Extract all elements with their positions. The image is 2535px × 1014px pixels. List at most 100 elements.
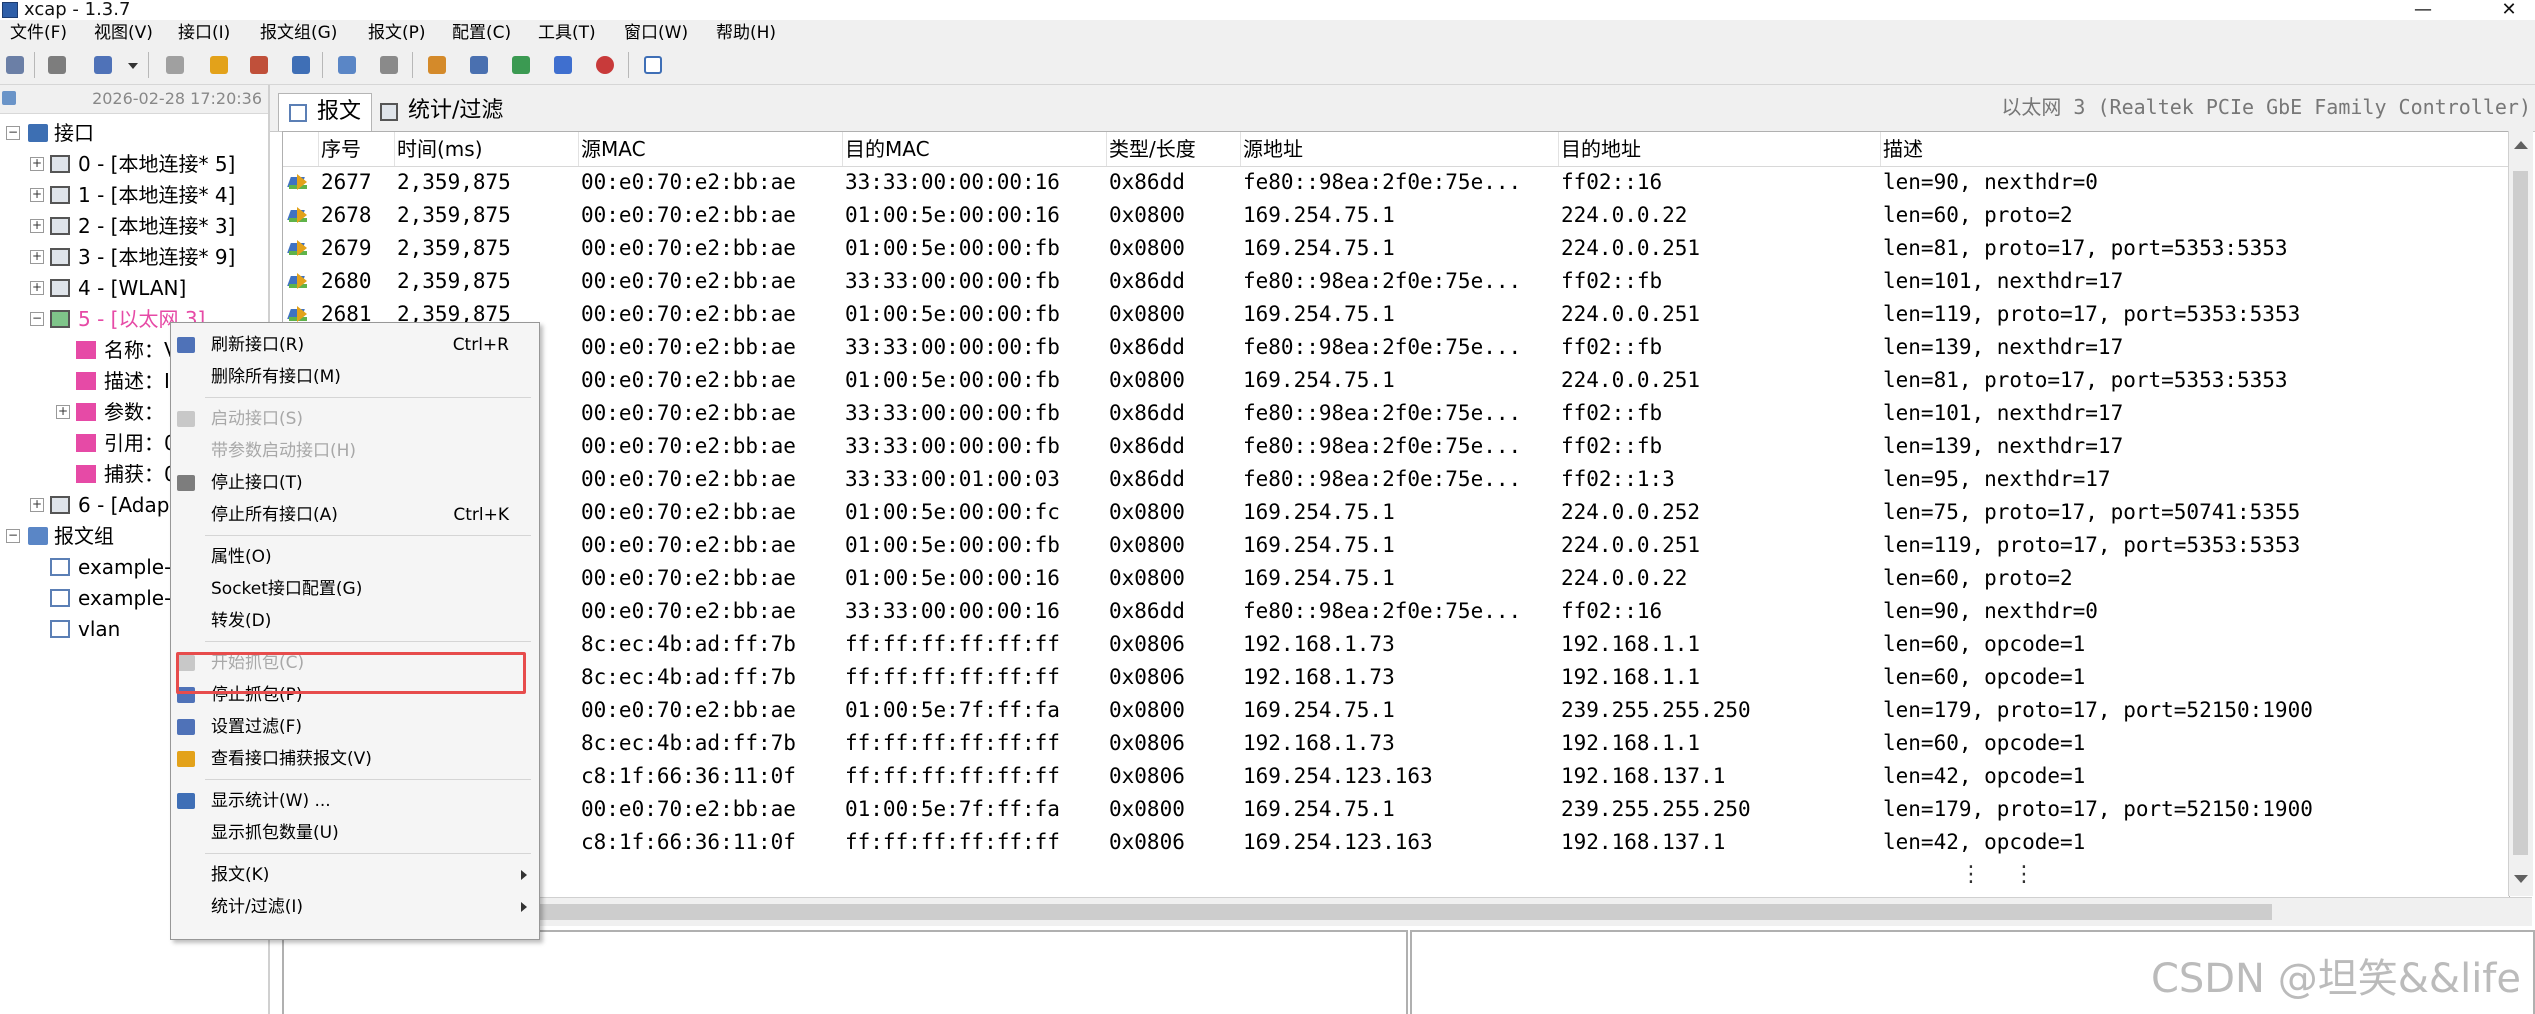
dropdown-icon[interactable] (124, 52, 140, 78)
expand-toggle[interactable]: + (30, 219, 44, 233)
table-row[interactable]: 2679 2,359,875 00:e0:70:e2:bb:ae 01:00:5e:0… (283, 232, 2509, 265)
menu-group[interactable]: 报文组(G) (254, 20, 343, 46)
expand-toggle[interactable]: + (30, 498, 44, 512)
context-menu-item[interactable]: Socket接口配置(G) (171, 573, 539, 605)
export-icon[interactable] (246, 52, 272, 78)
capture-options-icon[interactable] (90, 52, 116, 78)
scroll-down-icon[interactable] (2514, 875, 2528, 883)
context-menu-item[interactable]: 设置过滤(F) (171, 711, 539, 743)
table-row[interactable]: 8c:ec:4b:ad:ff:7b ff:ff:ff:ff:ff:ff 0x0806… (283, 661, 2509, 694)
column-header-icon[interactable] (283, 132, 319, 166)
timestamp: 2026-02-28 17:20:36 (92, 89, 262, 108)
column-header[interactable]: 时间(ms) (395, 132, 579, 166)
save-icon[interactable] (508, 52, 534, 78)
context-menu-item[interactable]: 属性(O) (171, 541, 539, 573)
expand-toggle[interactable]: + (30, 250, 44, 264)
scroll-thumb[interactable] (2513, 171, 2528, 855)
menu-item-icon (177, 793, 195, 809)
context-menu-item[interactable]: 显示抓包数量(U) (171, 817, 539, 849)
menu-interface[interactable]: 接口(I) (172, 20, 236, 46)
context-menu-item[interactable]: 停止接口(T) (171, 467, 539, 499)
pie-icon[interactable] (592, 52, 618, 78)
expand-toggle[interactable]: + (30, 281, 44, 295)
toolbar (0, 46, 2535, 85)
table-cell: 0x0800 (1109, 368, 1185, 392)
close-button[interactable]: ✕ (2486, 0, 2532, 20)
window-icon[interactable] (334, 52, 360, 78)
stats-icon[interactable] (424, 52, 450, 78)
menu-view[interactable]: 视图(V) (88, 20, 159, 46)
table-row[interactable]: 00:e0:70:e2:bb:ae 01:00:5e:7f:ff:fa 0x0800… (283, 694, 2509, 727)
context-menu-item[interactable]: 转发(D) (171, 605, 539, 637)
column-header[interactable]: 源地址 (1241, 132, 1559, 166)
column-header[interactable]: 目的MAC (843, 132, 1107, 166)
table-row[interactable]: 2681 2,359,875 00:e0:70:e2:bb:ae 01:00:5e:0… (283, 298, 2509, 331)
table-row[interactable]: 2677 2,359,875 00:e0:70:e2:bb:ae 33:33:00:0… (283, 166, 2509, 199)
book-icon[interactable] (288, 52, 314, 78)
table-row[interactable]: 00:e0:70:e2:bb:ae 01:00:5e:00:00:fb 0x0800… (283, 529, 2509, 562)
table-cell: 0x0800 (1109, 533, 1185, 557)
start-capture-icon[interactable] (44, 52, 70, 78)
columns-icon[interactable] (466, 52, 492, 78)
table-row[interactable]: 00:e0:70:e2:bb:ae 01:00:5e:00:00:fc 0x0800… (283, 496, 2509, 529)
window2-icon[interactable] (376, 52, 402, 78)
chart-icon[interactable] (550, 52, 576, 78)
column-header[interactable]: 序号 (319, 132, 395, 166)
table-row[interactable]: 00:e0:70:e2:bb:ae 01:00:5e:00:00:16 0x0800… (283, 562, 2509, 595)
column-header[interactable]: 源MAC (579, 132, 843, 166)
vertical-scrollbar[interactable] (2508, 131, 2533, 896)
table-row[interactable]: 8c:ec:4b:ad:ff:7b ff:ff:ff:ff:ff:ff 0x0806… (283, 628, 2509, 661)
table-cell: 2679 (321, 236, 372, 260)
table-cell: 169.254.75.1 (1243, 500, 1395, 524)
tab-stats-filter[interactable]: 统计/过滤 (370, 93, 513, 131)
filter-icon[interactable] (206, 52, 232, 78)
context-menu-item[interactable]: 显示统计(W) ... (171, 785, 539, 817)
menu-item-icon (177, 719, 195, 735)
expand-toggle[interactable]: + (30, 157, 44, 171)
column-header[interactable]: 描述 (1881, 132, 2509, 166)
menu-packet[interactable]: 报文(P) (362, 20, 432, 46)
context-menu-item[interactable]: 删除所有接口(M) (171, 361, 539, 393)
context-menu-item[interactable]: 统计/过滤(I) (171, 891, 539, 923)
table-row[interactable]: 00:e0:70:e2:bb:ae 33:33:00:00:00:fb 0x86dd… (283, 331, 2509, 364)
expand-toggle[interactable]: + (30, 188, 44, 202)
table-row[interactable]: 00:e0:70:e2:bb:ae 33:33:00:00:00:fb 0x86dd… (283, 397, 2509, 430)
collapse-toggle[interactable]: − (30, 312, 44, 326)
table-row[interactable]: 00:e0:70:e2:bb:ae 01:00:5e:7f:ff:fa 0x0800… (283, 793, 2509, 826)
scroll-thumb[interactable] (282, 904, 2272, 920)
scroll-up-icon[interactable] (2514, 141, 2528, 149)
stop-icon[interactable] (162, 52, 188, 78)
context-menu-item[interactable]: 停止所有接口(A) Ctrl+K (171, 499, 539, 531)
table-row[interactable]: 2680 2,359,875 00:e0:70:e2:bb:ae 33:33:00:0… (283, 265, 2509, 298)
table-row[interactable]: 00:e0:70:e2:bb:ae 33:33:00:00:00:fb 0x86dd… (283, 430, 2509, 463)
menu-tools[interactable]: 工具(T) (532, 20, 602, 46)
horizontal-scrollbar[interactable] (282, 897, 2532, 926)
table-cell: c8:1f:66:36:11:0f (581, 830, 796, 854)
collapse-toggle[interactable]: − (6, 126, 20, 140)
table-row[interactable]: 2678 2,359,875 00:e0:70:e2:bb:ae 01:00:5e:0… (283, 199, 2509, 232)
refresh-icon[interactable] (2, 52, 28, 78)
table-row[interactable]: c8:1f:66:36:11:0f ff:ff:ff:ff:ff:ff 0x0806… (283, 760, 2509, 793)
table-row[interactable]: 00:e0:70:e2:bb:ae 33:33:00:01:00:03 0x86dd… (283, 463, 2509, 496)
tab-packets[interactable]: 报文 (278, 93, 373, 131)
menu-item-shortcut: Ctrl+R (452, 335, 509, 355)
expand-toggle[interactable]: + (56, 405, 70, 419)
minimize-button[interactable]: — (2400, 0, 2446, 20)
table-cell: len=90, nexthdr=0 (1883, 599, 2098, 623)
context-menu-item[interactable]: 查看接口捕获报文(V) (171, 743, 539, 775)
menu-window[interactable]: 窗口(W) (618, 20, 694, 46)
menu-help[interactable]: 帮助(H) (710, 20, 782, 46)
comment-icon[interactable] (640, 52, 666, 78)
table-row[interactable]: c8:1f:66:36:11:0f ff:ff:ff:ff:ff:ff 0x0806… (283, 826, 2509, 859)
table-row[interactable]: 00:e0:70:e2:bb:ae 01:00:5e:00:00:fb 0x0800… (283, 364, 2509, 397)
menu-config[interactable]: 配置(C) (446, 20, 517, 46)
collapse-toggle[interactable]: − (6, 529, 20, 543)
packet-detail-pane[interactable] (282, 930, 1408, 1014)
column-header[interactable]: 目的地址 (1559, 132, 1881, 166)
table-row[interactable]: 00:e0:70:e2:bb:ae 33:33:00:00:00:16 0x86dd… (283, 595, 2509, 628)
context-menu-item[interactable]: 刷新接口(R) Ctrl+R (171, 329, 539, 361)
column-header[interactable]: 类型/长度 (1107, 132, 1241, 166)
context-menu-item[interactable]: 报文(K) (171, 859, 539, 891)
menu-file[interactable]: 文件(F) (4, 20, 73, 46)
table-row[interactable]: 8c:ec:4b:ad:ff:7b ff:ff:ff:ff:ff:ff 0x0806… (283, 727, 2509, 760)
